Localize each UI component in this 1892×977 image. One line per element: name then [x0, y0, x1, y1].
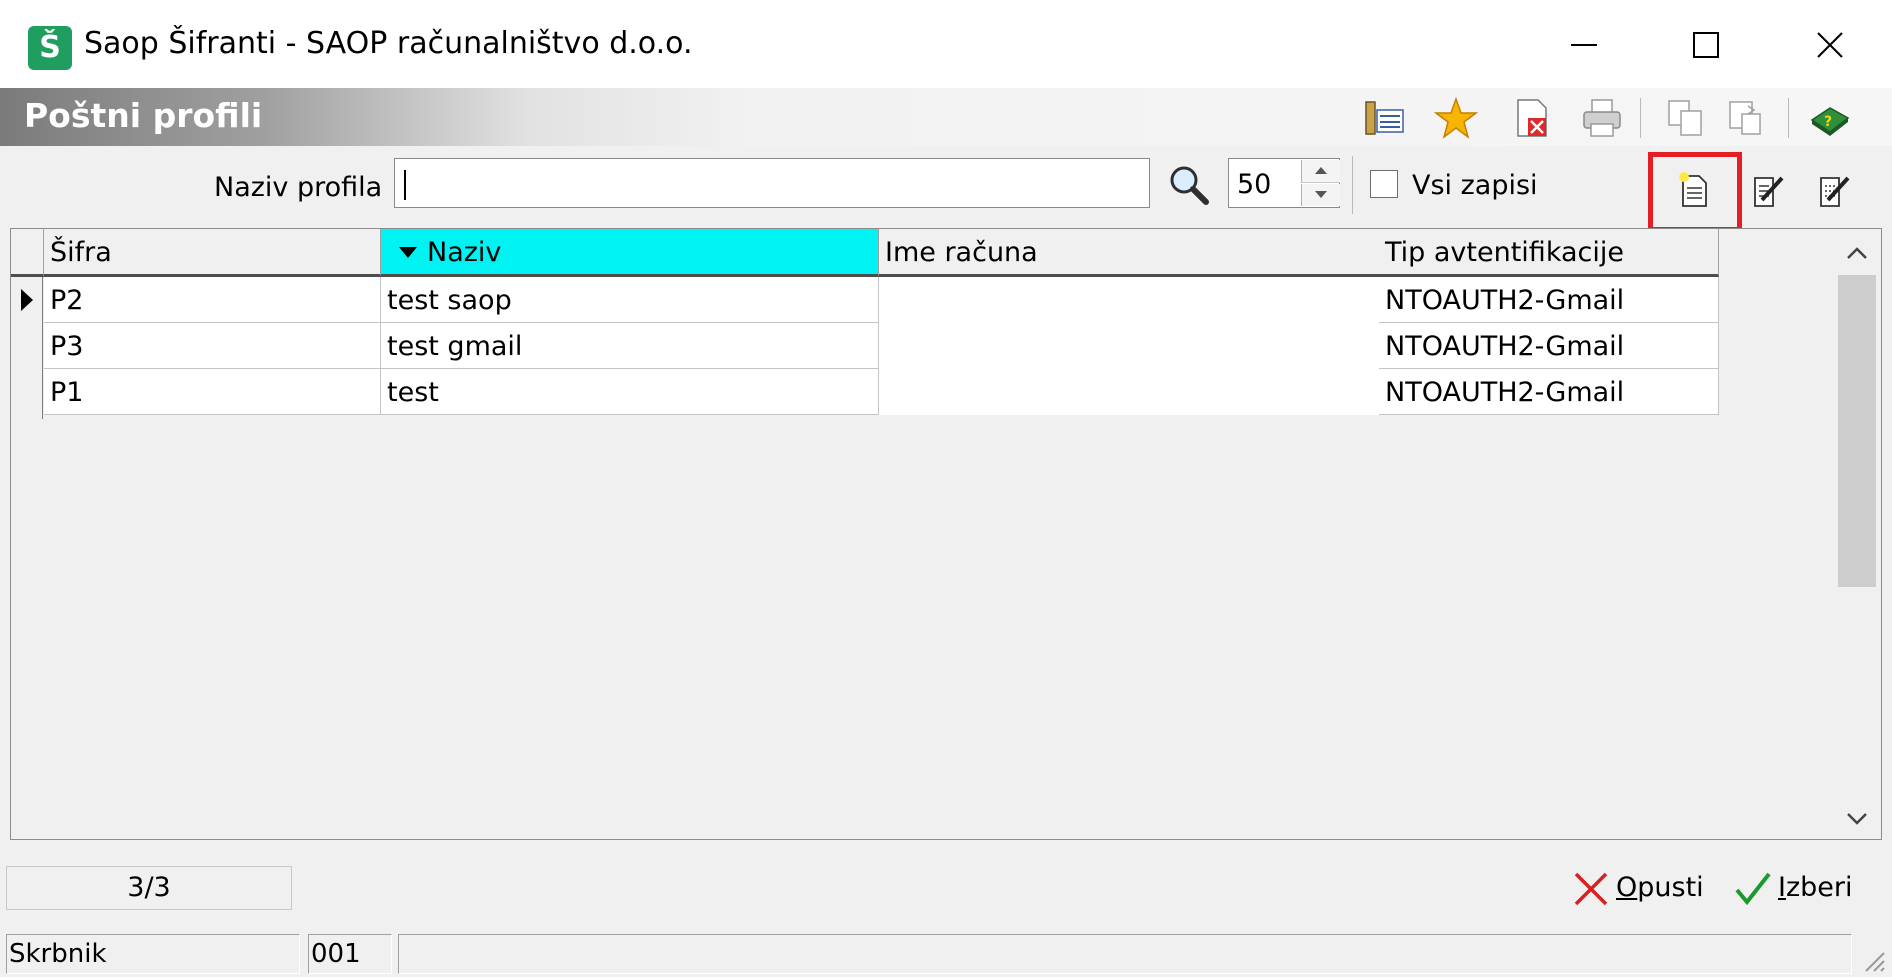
stepper-down-button[interactable]	[1301, 184, 1340, 206]
window-title: Saop Šifranti - SAOP računalništvo d.o.o…	[84, 26, 693, 61]
all-records-label: Vsi zapisi	[1412, 170, 1538, 201]
section-header: Poštni profili ?	[0, 88, 1892, 146]
scroll-down-icon[interactable]	[1846, 811, 1868, 827]
row-indicator-header	[11, 229, 44, 277]
column-header-tip-avtentifikacije[interactable]: Tip avtentifikacije	[1379, 229, 1719, 277]
sort-descending-icon	[399, 247, 417, 258]
minimize-button[interactable]	[1554, 20, 1614, 70]
close-icon	[1817, 32, 1843, 58]
cell-tip: NTOAUTH2-Gmail	[1379, 277, 1719, 323]
maximize-button[interactable]	[1676, 20, 1736, 70]
cell-sifra: P3	[44, 323, 381, 369]
cell-naziv: test saop	[381, 277, 879, 323]
select-button-label: Izberi	[1778, 872, 1853, 903]
current-row-icon	[21, 289, 33, 311]
column-header-label: Ime računa	[885, 237, 1038, 268]
cell-ime-racuna	[879, 369, 1379, 415]
filter-bar: Naziv profila 50 Vsi zapisi	[0, 148, 1892, 232]
minimize-icon	[1571, 44, 1597, 46]
status-user: Skrbnik	[6, 934, 300, 974]
column-header-sifra[interactable]: Šifra	[44, 229, 381, 277]
column-header-ime-racuna[interactable]: Ime računa	[879, 229, 1391, 277]
column-header-label: Tip avtentifikacije	[1385, 237, 1624, 268]
maximize-icon	[1693, 32, 1719, 58]
footer: 3/3 Opusti Izberi Skrbnik 001	[0, 840, 1892, 977]
cell-sifra: P1	[44, 369, 381, 415]
help-book-icon[interactable]: ?	[1808, 96, 1852, 140]
cell-tip: NTOAUTH2-Gmail	[1379, 323, 1719, 369]
edit-record-icon[interactable]	[1748, 170, 1788, 210]
table-row[interactable]: P2 test saop NTOAUTH2-Gmail	[11, 277, 1719, 323]
status-message	[398, 934, 1852, 974]
toolbar-separator	[1788, 98, 1789, 138]
table-row[interactable]: P1 test NTOAUTH2-Gmail	[11, 369, 1719, 415]
text-caret	[404, 170, 406, 200]
status-code: 001	[308, 934, 392, 974]
cell-naziv: test gmail	[381, 323, 879, 369]
columns-icon[interactable]	[1362, 96, 1406, 140]
cell-ime-racuna	[879, 323, 1379, 369]
record-counter: 3/3	[6, 866, 292, 910]
stepper-up-button[interactable]	[1301, 160, 1340, 183]
scroll-up-icon[interactable]	[1846, 245, 1868, 261]
table-row[interactable]: P3 test gmail NTOAUTH2-Gmail	[11, 323, 1719, 369]
print-icon[interactable]	[1580, 96, 1624, 140]
cell-ime-racuna	[879, 277, 1379, 323]
cell-tip: NTOAUTH2-Gmail	[1379, 369, 1719, 415]
record-limit-stepper[interactable]: 50	[1228, 158, 1340, 208]
scrollbar-thumb[interactable]	[1838, 275, 1876, 587]
copy-icon[interactable]	[1664, 96, 1708, 140]
app-logo-icon: Š	[28, 26, 72, 70]
edit-multiple-icon[interactable]	[1814, 170, 1854, 210]
cancel-icon	[1574, 872, 1608, 906]
cancel-button-label: Opusti	[1616, 872, 1704, 903]
application-window: Š Saop Šifranti - SAOP računalništvo d.o…	[0, 0, 1892, 977]
profile-name-label: Naziv profila	[214, 172, 383, 203]
column-header-label: Naziv	[427, 237, 502, 268]
column-header-label: Šifra	[50, 237, 112, 268]
filter-separator	[1352, 156, 1353, 214]
page-title: Poštni profili	[24, 96, 263, 135]
checkmark-icon	[1735, 872, 1771, 906]
title-bar: Š Saop Šifranti - SAOP računalništvo d.o…	[0, 0, 1892, 88]
paste-icon[interactable]	[1724, 96, 1768, 140]
search-icon[interactable]	[1166, 162, 1212, 208]
record-limit-value: 50	[1237, 169, 1272, 200]
vertical-scrollbar[interactable]	[1832, 235, 1880, 833]
cell-naziv: test	[381, 369, 879, 415]
status-bar: Skrbnik 001	[0, 932, 1892, 977]
close-button[interactable]	[1800, 20, 1860, 70]
profile-name-input[interactable]	[394, 158, 1150, 208]
cell-sifra: P2	[44, 277, 381, 323]
profiles-grid[interactable]: Šifra Naziv Ime računa Tip avtentifikaci…	[10, 228, 1882, 840]
new-record-icon[interactable]	[1674, 170, 1714, 210]
export-delete-icon[interactable]	[1510, 96, 1554, 140]
all-records-checkbox[interactable]	[1370, 170, 1398, 198]
favorite-star-icon[interactable]	[1434, 96, 1478, 140]
svg-text:?: ?	[1824, 114, 1832, 130]
column-header-naziv[interactable]: Naziv	[381, 229, 879, 277]
resize-grip-icon[interactable]	[1860, 947, 1886, 973]
toolbar-separator	[1640, 98, 1641, 138]
